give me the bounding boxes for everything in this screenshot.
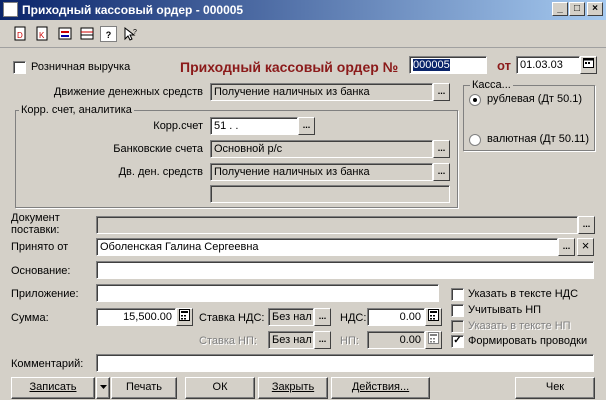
cash-radio-rub-label: рублевая (Дт 50.1) [487, 93, 583, 105]
received-from-clear-button[interactable]: × [577, 238, 594, 256]
attachment-label: Приложение: [11, 288, 79, 300]
maximize-button[interactable]: □ [569, 2, 585, 16]
corr-account-select-button[interactable]: ... [298, 117, 315, 135]
print-button[interactable]: Печать [111, 377, 177, 399]
structure-icon[interactable] [56, 26, 73, 42]
make-entries-label: Формировать проводки [468, 335, 588, 347]
doc-dt-icon[interactable]: D [12, 26, 29, 42]
comment-field[interactable] [96, 354, 594, 372]
vat-field[interactable]: 0.00 [367, 308, 425, 326]
vat-in-text-checkbox[interactable] [451, 288, 464, 301]
date-from-label: от [497, 58, 511, 73]
bank-accounts-label: Банковские счета [113, 143, 203, 155]
cash-radio-cur-label: валютная (Дт 50.11) [487, 133, 590, 145]
svg-text:?: ? [133, 29, 137, 36]
doc-number-field[interactable]: 000005 [409, 56, 487, 74]
make-entries-checkbox[interactable]: ✓ [451, 335, 464, 348]
sum-label: Сумма: [11, 312, 49, 324]
chevron-down-icon [99, 385, 107, 389]
help-icon[interactable]: ? [100, 26, 117, 42]
cash-radio-rub[interactable] [469, 94, 481, 106]
actions-button[interactable]: Действия... [331, 377, 430, 399]
table-icon[interactable] [78, 26, 95, 42]
np-calculator-button[interactable] [425, 331, 442, 349]
attachment-field[interactable] [96, 284, 439, 302]
cash-flow-extra-field[interactable] [210, 185, 450, 203]
corr-account-label: Корр.счет [153, 120, 203, 132]
cash-group-title: Касса... [470, 79, 513, 91]
doc-kt-icon[interactable]: K [34, 26, 51, 42]
toolbar: D K ? ? [0, 20, 606, 48]
vat-rate-label: Ставка НДС: [199, 312, 265, 324]
movement-label: Движение денежных средств [53, 86, 203, 98]
vat-in-text-label: Указать в тексте НДС [468, 288, 579, 300]
cash-flow-select-button[interactable]: ... [433, 163, 450, 181]
sum-field[interactable]: 15,500.00 [96, 308, 176, 326]
vat-calculator-button[interactable] [425, 308, 442, 326]
np-in-text-label: Указать в тексте НП [468, 320, 571, 332]
calendar-icon [583, 58, 594, 68]
corr-account-field[interactable]: 51 . . [210, 117, 298, 135]
cash-flow-field[interactable]: Получение наличных из банка [210, 163, 433, 181]
received-from-select-button[interactable]: ... [558, 238, 575, 256]
svg-text:D: D [17, 31, 23, 40]
np-label: НП: [340, 335, 359, 347]
np-field[interactable]: 0.00 [367, 331, 425, 349]
supply-doc-label-2: поставки: [11, 224, 60, 236]
movement-select-button[interactable]: ... [433, 83, 450, 101]
calculator-icon [179, 309, 190, 321]
vat-rate-select-button[interactable]: ... [314, 308, 331, 326]
supply-doc-field[interactable] [96, 216, 578, 234]
whats-this-icon[interactable]: ? [122, 26, 139, 42]
basis-label: Основание: [11, 265, 71, 277]
retail-label: Розничная выручка [31, 61, 131, 73]
title-bar: Приходный кассовый ордер - 000005 _ □ × [0, 0, 606, 20]
close-window-button[interactable]: × [587, 2, 603, 16]
np-rate-field[interactable]: Без нал [268, 331, 314, 349]
doc-heading: Приходный кассовый ордер № [180, 59, 399, 75]
vat-rate-field[interactable]: Без нал [268, 308, 314, 326]
date-field[interactable]: 01.03.03 [516, 56, 580, 74]
ok-button[interactable]: ОК [185, 377, 255, 399]
vat-label: НДС: [340, 312, 367, 324]
supply-doc-select-button[interactable]: ... [578, 216, 595, 234]
np-rate-select-button[interactable]: ... [314, 331, 331, 349]
np-in-text-checkbox[interactable] [451, 320, 464, 333]
comment-label: Комментарий: [11, 358, 84, 370]
calendar-button[interactable] [580, 56, 597, 74]
bank-accounts-select-button[interactable]: ... [433, 140, 450, 158]
sum-calculator-button[interactable] [176, 308, 193, 326]
minimize-button[interactable]: _ [552, 2, 568, 16]
received-from-field[interactable]: Оболенская Галина Сергеевна [96, 238, 558, 256]
write-dropdown-button[interactable] [96, 377, 110, 399]
basis-field[interactable] [96, 261, 594, 279]
cash-radio-cur[interactable] [469, 134, 481, 146]
np-rate-label: Ставка НП: [199, 335, 257, 347]
app-icon [3, 2, 18, 17]
consider-np-label: Учитывать НП [468, 304, 542, 316]
calculator-icon [428, 309, 439, 321]
received-from-label: Принято от [11, 241, 69, 253]
cash-flow-label: Дв. ден. средств [118, 166, 203, 178]
movement-field[interactable]: Получение наличных из банка [210, 83, 433, 101]
calculator-icon [428, 332, 439, 344]
corr-group-title: Корр. счет, аналитика [19, 104, 134, 116]
consider-np-checkbox[interactable] [451, 304, 464, 317]
check-button[interactable]: Чек [515, 377, 595, 399]
window-title: Приходный кассовый ордер - 000005 [22, 3, 244, 17]
svg-text:K: K [39, 31, 45, 40]
write-button[interactable]: Записать [11, 377, 95, 399]
close-button[interactable]: Закрыть [258, 377, 328, 399]
bank-accounts-field[interactable]: Основной р/с [210, 140, 433, 158]
retail-checkbox[interactable] [13, 61, 26, 74]
